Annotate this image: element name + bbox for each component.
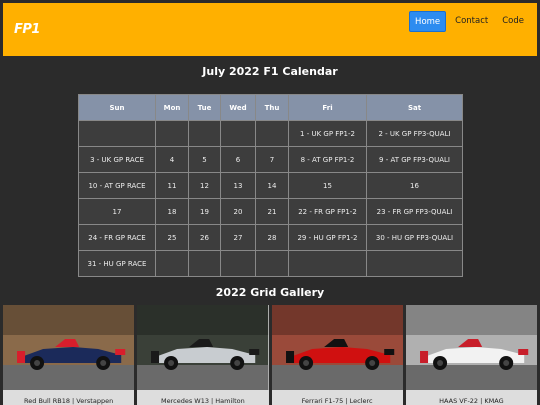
calendar-week-row: 24 - FR GP RACE 25 26 27 28 29 - HU GP FP1-2 3… [78,224,463,251]
top-navbar: FP1 Home Contact Code [3,3,537,56]
calendar-table: Sun Mon Tue Wed Thu Fri Sat 1 - UK GP FP… [78,94,463,277]
calendar-day-cell: 13 [220,172,256,199]
calendar-day-cell: 2 - UK GP FP3-QUALI [366,120,463,147]
gallery-card[interactable]: Ferrari F1-75 | Leclerc [271,305,403,405]
calendar-day-cell: 28 [255,224,289,251]
calendar-day-cell: 11 [155,172,189,199]
calendar-header-row: Sun Mon Tue Wed Thu Fri Sat [78,94,463,121]
calendar-week-row: 17 18 19 20 21 22 - FR GP FP1-2 23 - FR GP FP3… [78,198,463,225]
calendar-day-cell [255,120,289,147]
site-logo[interactable]: FP1 [14,22,40,37]
calendar-day-cell [220,250,256,277]
col-header-fri: Fri [288,94,367,121]
calendar-day-cell [220,120,256,147]
calendar-day-cell: 10 - AT GP RACE [78,172,156,199]
car-photo [405,305,537,390]
gallery-card[interactable]: Mercedes W13 | Hamilton [137,305,269,405]
calendar-day-cell: 21 [255,198,289,225]
col-header-mon: Mon [155,94,189,121]
calendar-day-cell: 22 - FR GP FP1-2 [288,198,367,225]
calendar-day-cell: 20 [220,198,256,225]
main-nav: Home Contact Code [409,11,529,32]
calendar-day-cell: 23 - FR GP FP3-QUALI [366,198,463,225]
calendar-day-cell: 24 - FR GP RACE [78,224,156,251]
car-gallery: Red Bull RB18 | Verstappen Mercedes W13 |… [3,305,537,405]
calendar-day-cell: 7 [255,146,289,173]
calendar-day-cell [155,250,189,277]
calendar-day-cell: 9 - AT GP FP3-QUALI [366,146,463,173]
car-photo [3,305,135,390]
calendar-day-cell: 19 [188,198,221,225]
calendar-day-cell: 5 [188,146,221,173]
calendar-week-row: 3 - UK GP RACE 4 5 6 7 8 - AT GP FP1-2 9 - AT … [78,146,463,173]
calendar-day-cell: 16 [366,172,463,199]
calendar-day-cell [288,250,367,277]
calendar-day-cell [78,120,156,147]
calendar-day-cell [155,120,189,147]
car-photo [137,305,269,390]
car-photo [271,305,403,390]
calendar-day-cell: 4 [155,146,189,173]
gallery-title: 2022 Grid Gallery [215,286,325,299]
calendar-day-cell: 31 - HU GP RACE [78,250,156,277]
calendar-day-cell [188,250,221,277]
calendar-day-cell [366,250,463,277]
calendar-week-row: 1 - UK GP FP1-2 2 - UK GP FP3-QUALI [78,120,463,147]
calendar-day-cell: 18 [155,198,189,225]
calendar-day-cell [188,120,221,147]
calendar-day-cell: 15 [288,172,367,199]
col-header-sat: Sat [366,94,463,121]
col-header-sun: Sun [78,94,156,121]
calendar-day-cell: 8 - AT GP FP1-2 [288,146,367,173]
nav-home-link[interactable]: Home [409,11,447,32]
calendar-day-cell: 29 - HU GP FP1-2 [288,224,367,251]
nav-contact-link[interactable]: Contact [450,11,493,32]
nav-code-link[interactable]: Code [497,11,529,32]
gallery-caption: Ferrari F1-75 | Leclerc [301,397,373,405]
calendar-day-cell: 30 - HU GP FP3-QUALI [366,224,463,251]
calendar-day-cell: 14 [255,172,289,199]
gallery-caption: Mercedes W13 | Hamilton [160,397,245,405]
calendar-title: July 2022 F1 Calendar [202,65,338,78]
calendar-week-row: 10 - AT GP RACE 11 12 13 14 15 16 [78,172,463,199]
calendar-day-cell: 6 [220,146,256,173]
gallery-caption: Red Bull RB18 | Verstappen [24,397,114,405]
calendar-day-cell: 17 [78,198,156,225]
calendar-day-cell: 12 [188,172,221,199]
calendar-day-cell [255,250,289,277]
calendar-body: 1 - UK GP FP1-2 2 - UK GP FP3-QUALI 3 - UK… [78,120,463,277]
calendar-day-cell: 26 [188,224,221,251]
gallery-caption: HAAS VF-22 | KMAG [439,397,504,405]
calendar-day-cell: 25 [155,224,189,251]
col-header-thu: Thu [255,94,289,121]
calendar-day-cell: 27 [220,224,256,251]
calendar-day-cell: 1 - UK GP FP1-2 [288,120,367,147]
col-header-tue: Tue [188,94,221,121]
col-header-wed: Wed [220,94,256,121]
calendar-week-row: 31 - HU GP RACE [78,250,463,277]
gallery-card[interactable]: Red Bull RB18 | Verstappen [3,305,135,405]
gallery-card[interactable]: HAAS VF-22 | KMAG [405,305,537,405]
calendar-day-cell: 3 - UK GP RACE [78,146,156,173]
